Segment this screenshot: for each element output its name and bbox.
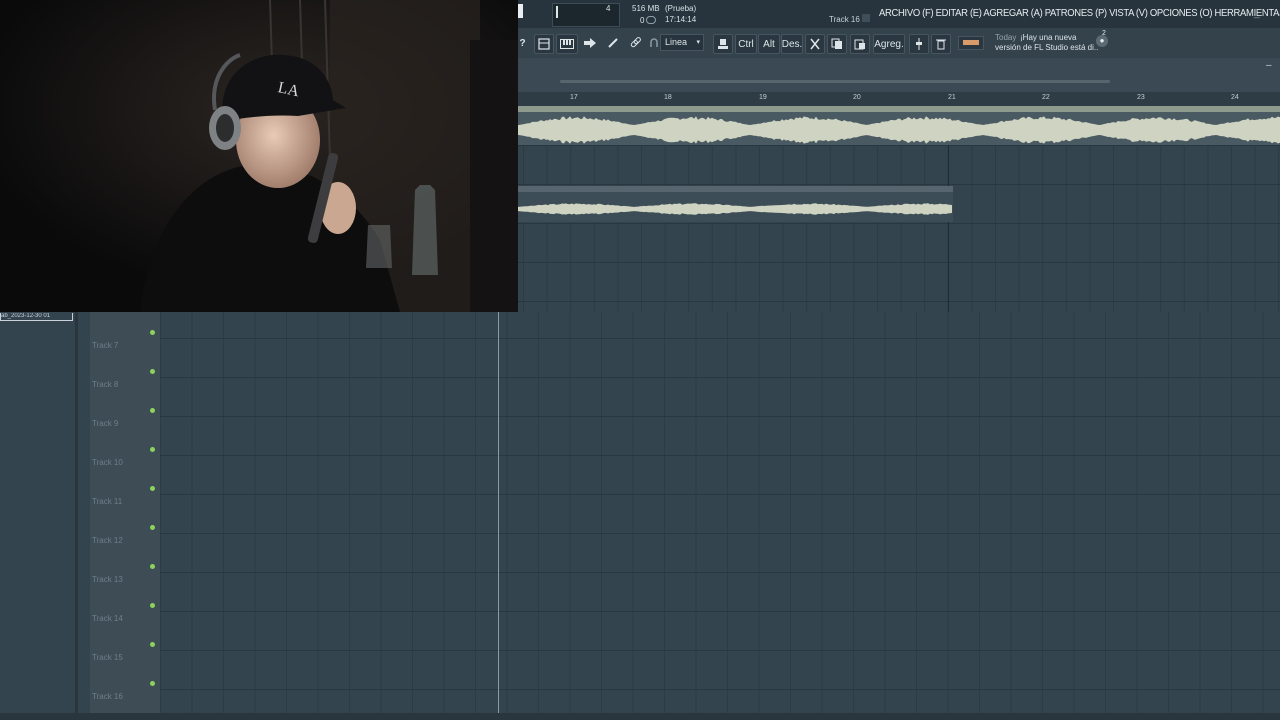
scissors-icon[interactable]	[805, 34, 825, 54]
agreg-button[interactable]: Agreg.	[873, 34, 905, 54]
track-name[interactable]: Track 11	[92, 497, 122, 506]
browser-item[interactable]: ab_2023-12-30 01	[0, 313, 73, 321]
help-icon[interactable]: ?	[518, 34, 527, 52]
track-name[interactable]: Track 15	[92, 653, 123, 662]
stamp-icon[interactable]	[713, 34, 733, 54]
track-name[interactable]: Track 13	[92, 575, 123, 584]
ruler-tick: 21	[948, 94, 956, 101]
paste-icon[interactable]	[850, 34, 870, 54]
arrow-icon[interactable]	[582, 34, 598, 52]
mixer-icon[interactable]	[909, 34, 929, 54]
des-button[interactable]: Des.	[781, 34, 803, 54]
hint-time: 17:14:14	[665, 15, 697, 24]
webcam-image: LA	[0, 0, 518, 312]
track-name[interactable]: Track 7	[92, 341, 118, 350]
ruler-tick: 24	[1231, 94, 1239, 101]
ruler-tick: 22	[1042, 94, 1050, 101]
track-mute-led[interactable]	[150, 486, 155, 491]
playlist-minimize-button[interactable]: –	[1266, 60, 1272, 71]
playlist-header	[518, 58, 1280, 92]
track-mute-led[interactable]	[150, 369, 155, 374]
track-mute-led[interactable]	[150, 447, 155, 452]
ruler-tick: 19	[759, 94, 767, 101]
track-mute-led[interactable]	[150, 603, 155, 608]
brush-icon[interactable]	[605, 34, 621, 52]
copy-icon[interactable]	[827, 34, 847, 54]
track-name[interactable]: Track 12	[92, 536, 123, 545]
track-name[interactable]: Track 8	[92, 380, 118, 389]
playlist-grid-upper[interactable]	[518, 106, 1280, 312]
track-mute-led[interactable]	[150, 330, 155, 335]
bottom-edge	[0, 713, 1280, 720]
track-options-icon[interactable]	[862, 14, 870, 22]
track-mute-led[interactable]	[150, 642, 155, 647]
chevron-down-icon: ▾	[696, 39, 700, 46]
ruler-tick: 18	[664, 94, 672, 101]
polyphony-icon	[646, 16, 656, 24]
horizontal-scrollbar[interactable]	[560, 80, 1110, 83]
ruler-tick: 20	[853, 94, 861, 101]
magnet-icon[interactable]	[650, 34, 658, 52]
snap-value: Linea	[665, 37, 688, 47]
memory-readout: 516 MB	[632, 4, 660, 13]
pattern-icon[interactable]	[534, 34, 554, 54]
news-line-1[interactable]: ¡Hay una nueva	[1020, 33, 1095, 43]
track-mute-led[interactable]	[150, 681, 155, 686]
current-track-label: Track 16	[829, 15, 860, 24]
track-mute-led[interactable]	[150, 408, 155, 413]
browser-panel	[0, 312, 78, 720]
ruler-tick: 23	[1137, 94, 1145, 101]
news-count-badge: 2	[1102, 30, 1106, 37]
timeline-ruler[interactable]	[518, 92, 1280, 106]
ctrl-button[interactable]: Ctrl	[735, 34, 757, 54]
news-line-2[interactable]: versión de FL Studio está di..	[995, 43, 1098, 52]
track-name[interactable]: Track 10	[92, 458, 123, 467]
news-today-label: Today	[995, 33, 1017, 42]
playlist-grid[interactable]	[160, 312, 1280, 720]
track-name[interactable]: Track 16	[92, 692, 123, 701]
hint-title: (Prueba)	[665, 4, 697, 13]
snap-select[interactable]: Linea ▾	[660, 34, 704, 51]
cpu-value: 4	[606, 4, 611, 13]
trash-icon[interactable]	[931, 34, 951, 54]
link-icon[interactable]	[628, 34, 644, 52]
webcam-overlay: LA	[0, 0, 518, 312]
window-indicator	[518, 4, 523, 18]
audio-clip[interactable]	[518, 186, 953, 222]
clip-color-swatch[interactable]	[958, 36, 984, 50]
ruler-tick: 17	[570, 94, 578, 101]
track-mute-led[interactable]	[150, 525, 155, 530]
piano-icon[interactable]	[556, 34, 578, 54]
track-mute-led[interactable]	[150, 564, 155, 569]
main-menu[interactable]: ARCHIVO (F) EDITAR (E) AGREGAR (A) PATRO…	[879, 7, 1280, 19]
track-name[interactable]: Track 14	[92, 614, 123, 623]
minimize-button[interactable]: _	[1254, 8, 1260, 19]
audio-clip[interactable]	[518, 106, 1280, 145]
track-name[interactable]: Track 9	[92, 419, 118, 428]
alt-button[interactable]: Alt	[758, 34, 780, 54]
polyphony-readout: 0	[640, 16, 645, 25]
playhead[interactable]	[498, 312, 499, 718]
